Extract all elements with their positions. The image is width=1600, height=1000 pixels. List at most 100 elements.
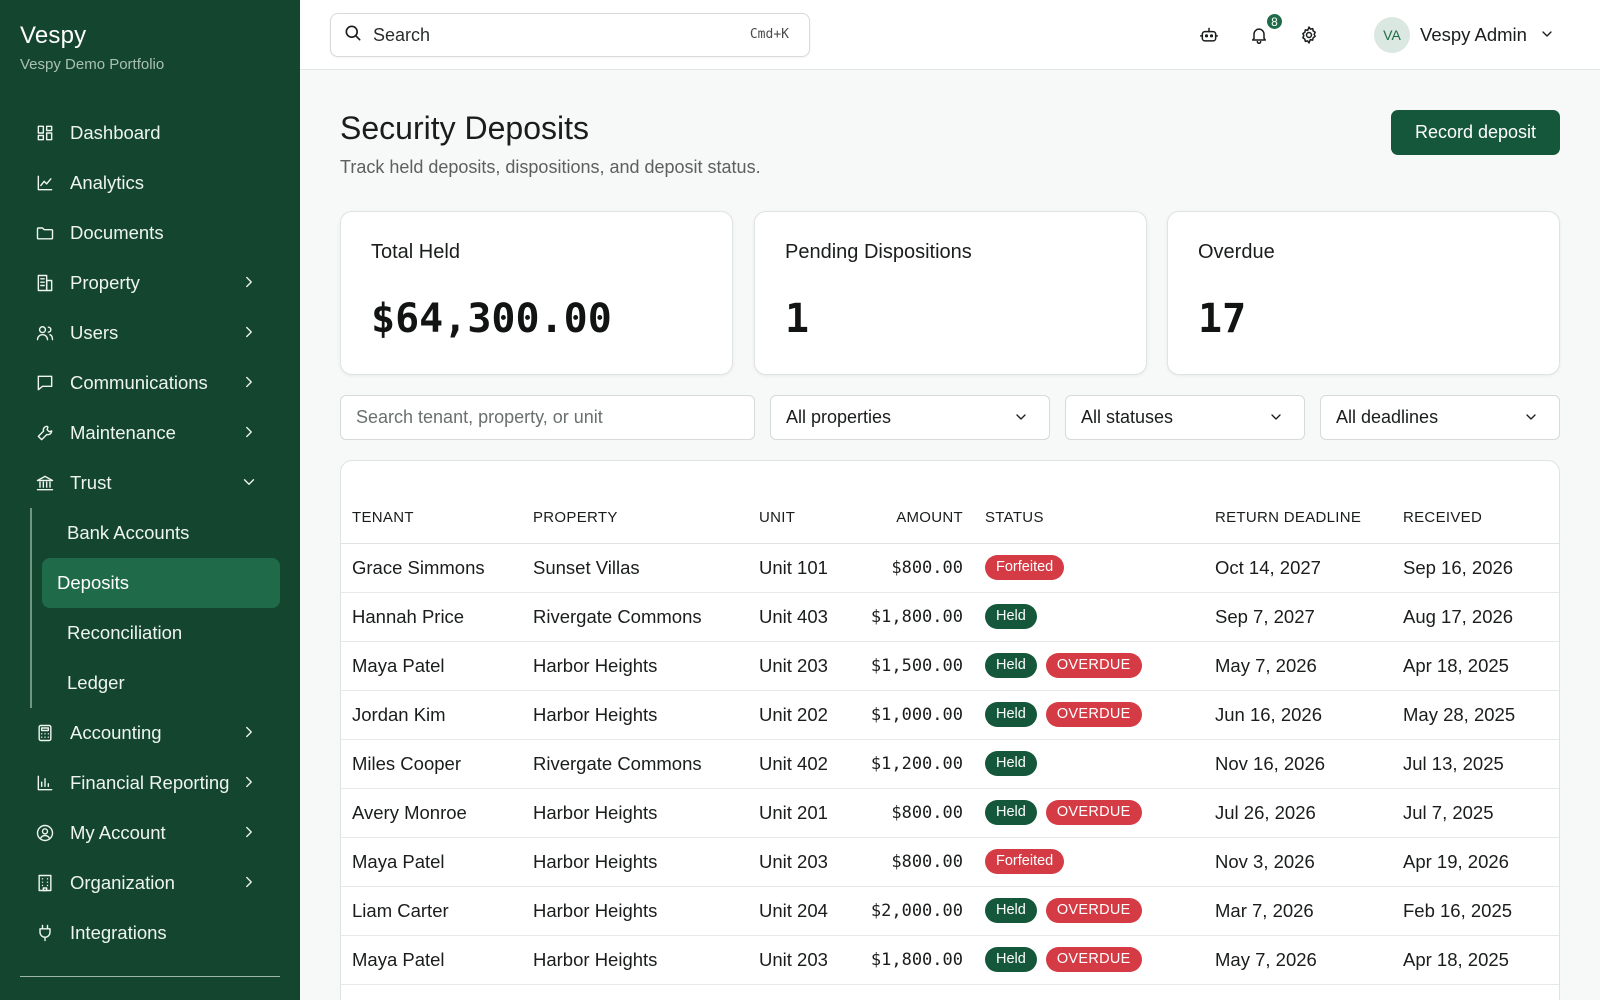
sidebar-subitem-bank-accounts[interactable]: Bank Accounts	[42, 508, 280, 558]
building-icon	[34, 272, 56, 294]
sidebar-item-financial-reporting[interactable]: Financial Reporting	[0, 758, 300, 808]
portfolio-name: Vespy Demo Portfolio	[20, 56, 165, 73]
status-cell: Held OVERDUE	[985, 886, 1215, 936]
sidebar-subitem-deposits[interactable]: Deposits	[42, 558, 280, 608]
property-cell: Harbor Heights	[533, 837, 759, 887]
user-circle-icon	[34, 822, 56, 844]
tenant-cell: Maya Patel	[341, 935, 533, 985]
amount-cell: $1,500.00	[859, 641, 985, 691]
property-filter-select[interactable]: All properties	[770, 395, 1050, 440]
status-cell: Held OVERDUE	[985, 641, 1215, 691]
table-row[interactable]: Hannah Price Rivergate Commons Unit 403 $1,…	[341, 592, 1559, 642]
brand-name[interactable]: Vespy	[20, 22, 280, 50]
chevron-right-icon	[240, 773, 260, 793]
return-deadline-cell: May 7, 2026	[1215, 641, 1403, 691]
unit-cell: Unit 402	[759, 739, 859, 789]
sidebar-nav: Dashboard Analytics Documents Property Users…	[0, 108, 300, 958]
stat-value: 17	[1198, 296, 1247, 342]
table-row[interactable]: Maya Patel Harbor Heights Unit 203 $1,500.0…	[341, 641, 1559, 691]
sidebar-item-analytics[interactable]: Analytics	[0, 158, 300, 208]
return-deadline-cell: May 7, 2026	[1215, 935, 1403, 985]
tenant-cell: Jordan Kim	[341, 690, 533, 740]
deposit-search-input[interactable]	[356, 407, 754, 428]
property-cell: Harbor Heights	[533, 690, 759, 740]
sidebar-item-maintenance[interactable]: Maintenance	[0, 408, 300, 458]
received-cell: Jul 13, 2025	[1403, 739, 1559, 789]
return-deadline-cell: Sep 7, 2027	[1215, 592, 1403, 642]
assistant-bot-button[interactable]	[1196, 22, 1222, 48]
sidebar-subitem-ledger[interactable]: Ledger	[42, 658, 280, 708]
status-cell: Held OVERDUE	[985, 788, 1215, 838]
property-filter-value: All properties	[786, 407, 892, 427]
sidebar-item-label: Documents	[70, 222, 164, 243]
stat-label: Pending Dispositions	[785, 241, 972, 263]
sidebar-item-users[interactable]: Users	[0, 308, 300, 358]
record-deposit-button[interactable]: Record deposit	[1391, 110, 1560, 155]
sidebar-item-my-account[interactable]: My Account	[0, 808, 300, 858]
column-header-return-deadline[interactable]: RETURN DEADLINE	[1215, 461, 1403, 544]
chevron-right-icon	[240, 723, 260, 743]
tenant-cell: Hannah Price	[341, 592, 533, 642]
sidebar-item-integrations[interactable]: Integrations	[0, 908, 300, 958]
table-row[interactable]: Liam Carter Harbor Heights Unit 204 $2,000.…	[341, 886, 1559, 936]
status-badge: Held	[985, 751, 1037, 776]
column-header-amount[interactable]: AMOUNT	[859, 461, 985, 544]
tenant-cell: Grace Simmons	[341, 543, 533, 593]
sidebar-item-accounting[interactable]: Accounting	[0, 708, 300, 758]
tenant-cell: Liam Carter	[341, 886, 533, 936]
search-label: Search	[373, 24, 431, 45]
overdue-badge: OVERDUE	[1045, 898, 1142, 923]
stat-value: 1	[785, 296, 810, 342]
chevron-down-icon	[1013, 409, 1031, 427]
global-search[interactable]: Search Cmd+K	[330, 13, 810, 57]
chevron-right-icon	[240, 323, 260, 343]
deposit-search-field[interactable]	[340, 395, 755, 440]
table-row[interactable]: Miles Cooper Rivergate Commons Unit 402 $1,…	[341, 739, 1559, 789]
sidebar-item-label: Integrations	[70, 922, 167, 943]
bot-icon	[1199, 27, 1219, 42]
user-menu[interactable]: VA Vespy Admin	[1374, 17, 1557, 53]
status-badge: Held	[985, 604, 1037, 629]
column-header-tenant[interactable]: TENANT	[341, 461, 533, 544]
settings-button[interactable]	[1296, 22, 1322, 48]
amount-cell: $1,000.00	[859, 690, 985, 740]
received-cell: Aug 17, 2026	[1403, 592, 1559, 642]
column-header-property[interactable]: PROPERTY	[533, 461, 759, 544]
table-row[interactable]: Grace Simmons Sunset Villas Unit 101 $800.0…	[341, 543, 1559, 593]
table-header-row: TENANT PROPERTY UNIT AMOUNT STATUS RETUR…	[341, 461, 1559, 544]
property-cell: Harbor Heights	[533, 788, 759, 838]
chevron-down-icon	[1523, 409, 1541, 427]
table-row[interactable]: Maya Patel Harbor Heights Unit 203 $800.00 F…	[341, 837, 1559, 887]
table-row[interactable]: Maya Patel Harbor Heights Unit 203 $1,800.0…	[341, 935, 1559, 985]
column-header-received[interactable]: RECEIVED	[1403, 461, 1559, 544]
amount-cell: $800.00	[859, 788, 985, 838]
table-row[interactable]: Avery Monroe Harbor Heights Unit 201 $800.0…	[341, 788, 1559, 838]
folder-icon	[34, 222, 56, 244]
dashboard-icon	[34, 122, 56, 144]
sidebar-item-communications[interactable]: Communications	[0, 358, 300, 408]
chevron-down-icon	[1539, 26, 1557, 44]
deadline-filter-select[interactable]: All deadlines	[1320, 395, 1560, 440]
sidebar-item-trust[interactable]: Trust	[0, 458, 300, 508]
return-deadline-cell: Oct 14, 2027	[1215, 543, 1403, 593]
table-row[interactable]: Jordan Kim Harbor Heights Unit 202 $1,000.0…	[341, 690, 1559, 740]
chevron-down-icon	[240, 473, 260, 493]
return-deadline-cell: Nov 16, 2026	[1215, 739, 1403, 789]
topbar: Search Cmd+K 8 VA Vespy Admin	[300, 0, 1600, 70]
return-deadline-cell: Jul 26, 2026	[1215, 788, 1403, 838]
page-subtitle: Track held deposits, dispositions, and d…	[340, 157, 761, 177]
sidebar-item-dashboard[interactable]: Dashboard	[0, 108, 300, 158]
sidebar-item-documents[interactable]: Documents	[0, 208, 300, 258]
sidebar-subitem-reconciliation[interactable]: Reconciliation	[42, 608, 280, 658]
amount-cell: $800.00	[859, 543, 985, 593]
status-filter-select[interactable]: All statuses	[1065, 395, 1305, 440]
gear-icon	[1302, 26, 1316, 44]
tenant-cell: Miles Cooper	[341, 739, 533, 789]
sidebar-item-property[interactable]: Property	[0, 258, 300, 308]
sidebar-item-label: Analytics	[70, 172, 145, 193]
notifications-button[interactable]: 8	[1246, 12, 1284, 48]
unit-cell: Unit 204	[759, 886, 859, 936]
column-header-unit[interactable]: UNIT	[759, 461, 859, 544]
sidebar-item-organization[interactable]: Organization	[0, 858, 300, 908]
column-header-status[interactable]: STATUS	[985, 461, 1215, 544]
